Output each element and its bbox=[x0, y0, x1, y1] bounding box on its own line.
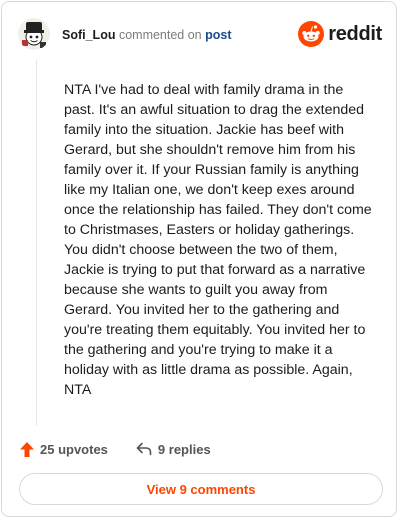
upvote-arrow-icon bbox=[20, 441, 34, 457]
comment-card: Sofi_Lou commented on post reddit NTA I'… bbox=[1, 1, 397, 517]
snoo-avatar-icon[interactable] bbox=[18, 18, 50, 50]
brand-wordmark: reddit bbox=[328, 22, 382, 45]
comment-text: NTA I've had to deal with family drama i… bbox=[64, 82, 372, 398]
comment-byline: Sofi_Lou commented on post bbox=[62, 28, 232, 42]
reddit-brand[interactable]: reddit bbox=[298, 20, 382, 48]
upvote-count: 25 upvotes bbox=[40, 441, 108, 457]
view-comments-button[interactable]: View 9 comments bbox=[19, 473, 383, 505]
replies-button[interactable]: 9 replies bbox=[136, 442, 211, 457]
post-link[interactable]: post bbox=[205, 28, 231, 42]
reply-arrow-icon bbox=[136, 442, 152, 456]
byline-action-text: commented on bbox=[118, 28, 202, 42]
username-link[interactable]: Sofi_Lou bbox=[62, 28, 115, 42]
comment-actions: 25 upvotes 9 replies bbox=[20, 439, 211, 459]
comment-header: Sofi_Lou commented on post reddit bbox=[18, 16, 382, 56]
reddit-logo-icon bbox=[298, 21, 325, 47]
upvote-button[interactable]: 25 upvotes bbox=[20, 441, 108, 457]
reply-count: 9 replies bbox=[157, 441, 211, 457]
thread-line bbox=[36, 60, 37, 426]
